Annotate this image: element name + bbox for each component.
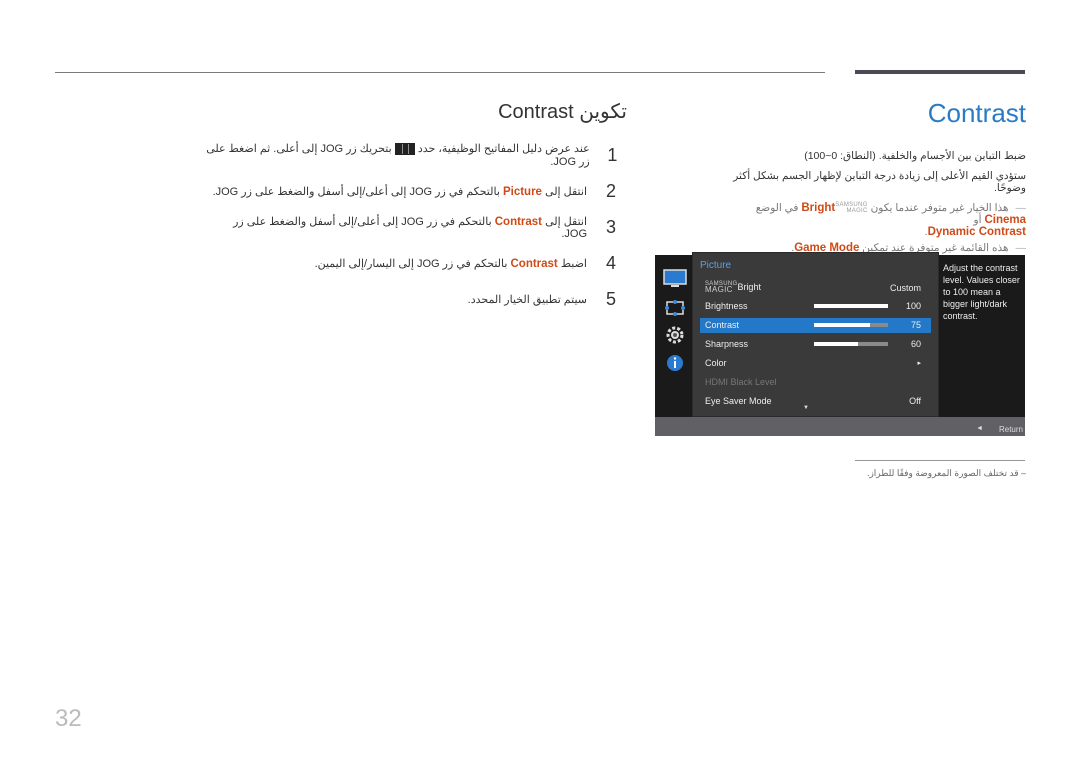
setup-gear-icon[interactable] xyxy=(663,325,685,345)
brand-bottom: MAGIC xyxy=(846,208,868,215)
step-number: 5 xyxy=(605,288,616,309)
return-button[interactable]: Return xyxy=(999,425,1023,434)
picture-menu: Picture SAMSUNG MAGIC Bright Custom Bright… xyxy=(693,253,938,416)
step-5: 5 سيتم تطبيق الخيار المحدد. xyxy=(205,281,625,317)
step-4: 4 اضبط Contrast بالتحكم في زر JOG إلى ال… xyxy=(205,245,625,281)
contrast-slider[interactable] xyxy=(814,323,888,327)
menu-label: Sharpness xyxy=(705,339,749,349)
step-text: اضبط xyxy=(560,257,587,270)
note-dash-icon: — xyxy=(1015,202,1027,214)
menu-item-magicbright[interactable]: SAMSUNG MAGIC Bright Custom xyxy=(700,278,931,296)
scroll-down-icon[interactable]: ▼ xyxy=(803,405,809,411)
sharpness-slider[interactable] xyxy=(814,342,888,346)
highlight-term: Dynamic Contrast xyxy=(927,226,1026,239)
information-icon[interactable] xyxy=(663,353,685,373)
step-text: عند عرض دليل المفاتيح الوظيفية، حدد xyxy=(417,142,590,155)
menu-label-text: Bright xyxy=(737,281,761,292)
brightness-slider[interactable] xyxy=(814,304,888,308)
step-3: 3 انتقل إلى Contrast بالتحكم في زر JOG إ… xyxy=(205,209,625,245)
menu-value: Custom xyxy=(889,283,921,293)
step-1: 1 عند عرض دليل المفاتيح الوظيفية، حدد بت… xyxy=(205,137,625,173)
step-text: سيتم تطبيق الخيار المحدد. xyxy=(467,293,587,306)
menu-value: 100 xyxy=(905,301,921,311)
note-1: — هذا الخيار غير متوفر عندما يكون SAMSUN… xyxy=(755,202,1027,239)
slider-fill xyxy=(814,304,888,308)
menu-item-contrast[interactable]: Contrast 75 xyxy=(700,318,931,333)
osd-bottom-bar xyxy=(655,417,1025,436)
step-number: 1 xyxy=(607,144,618,165)
step-text: انتقل إلى xyxy=(545,185,587,198)
header-rule xyxy=(55,72,825,73)
note-text: في الوضع xyxy=(755,202,799,214)
highlight-term: Contrast xyxy=(510,257,558,270)
menu-item-hdmi-black-level: HDMI Black Level xyxy=(700,375,931,390)
menu-title: Picture xyxy=(700,260,732,271)
page-title-arabic: تكوين Contrast xyxy=(498,101,627,123)
note-text: أو xyxy=(973,214,982,227)
submenu-arrow-icon: ▸ xyxy=(917,360,921,367)
magic-brand-logo: SAMSUNG MAGIC xyxy=(705,281,737,294)
highlight-term: Bright xyxy=(801,202,836,214)
highlight-term: Contrast xyxy=(494,215,543,228)
slider-fill xyxy=(814,323,870,327)
step-number: 2 xyxy=(605,180,616,201)
description-line: ستؤدي القيم الأعلى إلى زيادة درجة التباي… xyxy=(733,170,1026,194)
magic-brand-logo: SAMSUNG MAGIC xyxy=(835,202,867,214)
step-text: انتقل إلى xyxy=(545,215,588,228)
step-number: 4 xyxy=(605,252,616,273)
steps-list: 1 عند عرض دليل المفاتيح الوظيفية، حدد بت… xyxy=(205,137,625,317)
step-text: بالتحكم في زر JOG إلى اليسار/إلى اليمين. xyxy=(314,257,508,270)
footnote: – قد تختلف الصورة المعروضة وفقًا للطراز. xyxy=(866,468,1026,478)
step-number: 3 xyxy=(606,216,617,237)
menu-item-eye-saver-mode[interactable]: Eye Saver Mode Off xyxy=(700,394,931,409)
description-line: ضبط التباين بين الأجسام والخلفية. (النطا… xyxy=(804,150,1026,162)
section-title: Contrast xyxy=(927,98,1026,128)
menu-label: Color xyxy=(705,358,727,368)
note-dash-icon: — xyxy=(1015,242,1027,255)
menu-item-sharpness[interactable]: Sharpness 60 xyxy=(700,337,931,352)
onscreen-display-icon[interactable] xyxy=(663,298,685,318)
menu-value: Off xyxy=(909,396,921,406)
slider-fill xyxy=(814,342,859,346)
step-text: بالتحكم في زر JOG إلى أعلى/إلى أسفل والض… xyxy=(212,185,500,198)
menu-label: HDMI Black Level xyxy=(705,377,777,387)
menu-label: Contrast xyxy=(705,320,740,330)
description: ضبط التباين بين الأجسام والخلفية. (النطا… xyxy=(726,150,1026,258)
step-2: 2 انتقل إلى Picture بالتحكم في زر JOG إل… xyxy=(205,173,625,209)
note-text: هذا الخيار غير متوفر عندما يكون xyxy=(870,202,1009,214)
section-bar xyxy=(855,70,1025,74)
brand-bottom: MAGIC xyxy=(705,285,733,294)
return-arrow-icon: ◄ xyxy=(976,425,983,432)
jog-menu-icon xyxy=(394,143,415,156)
menu-label: SAMSUNG MAGIC Bright xyxy=(705,281,761,294)
menu-value: 60 xyxy=(910,339,921,349)
menu-item-brightness[interactable]: Brightness 100 xyxy=(700,299,931,314)
page-number: 32 xyxy=(55,705,82,732)
help-tooltip: Adjust the contrast level. Values closer… xyxy=(943,263,1020,321)
menu-label: Brightness xyxy=(705,301,748,311)
footnote-rule xyxy=(855,460,1025,461)
menu-item-color[interactable]: Color ▸ xyxy=(700,356,931,371)
highlight-term: Cinema xyxy=(984,214,1026,227)
picture-icon[interactable] xyxy=(663,269,687,289)
highlight-term: Picture xyxy=(502,185,542,198)
menu-label: Eye Saver Mode xyxy=(705,396,772,406)
menu-value: 75 xyxy=(910,320,921,330)
